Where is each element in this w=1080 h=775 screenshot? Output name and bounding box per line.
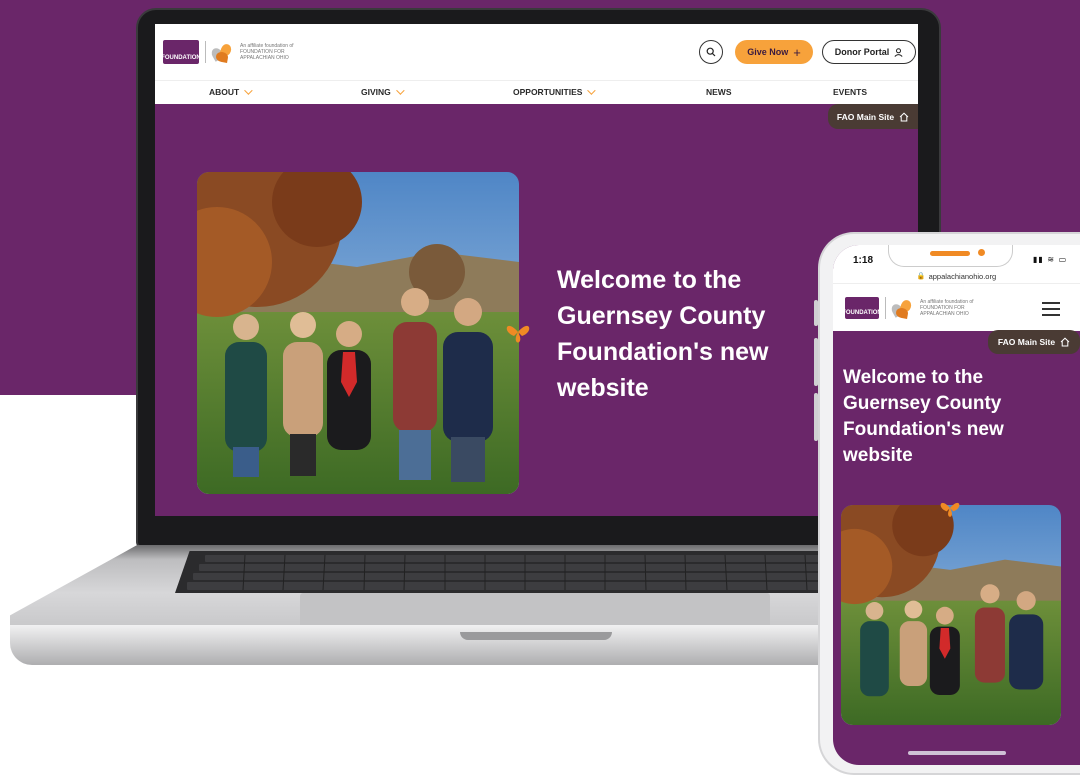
nav-item-opportunities[interactable]: OPPORTUNITIES [513,86,597,97]
phone-screen: 1:18 ▮▮ ≋ ▭ 🔒 appalachianohio.org FOUNDA… [833,245,1080,765]
gcf-logo-text: FOUNDATION [161,55,201,61]
search-button[interactable] [699,40,723,64]
main-nav: ABOUT GIVING OPPORTUNITIES NEWS EVENTS [155,80,918,104]
search-icon [706,47,716,57]
url-text: appalachianohio.org [928,271,997,281]
laptop-screen: FOUNDATION An affiliate foundation of FO… [155,24,918,516]
orange-leaf-icon [940,502,960,517]
fao-main-site-label: FAO Main Site [836,111,895,122]
lock-icon: 🔒 [916,273,926,280]
phone-hero-photo [841,505,1061,725]
team-photo-image [197,172,519,494]
fao-leaf-icon [209,42,234,63]
gcf-logo-text: FOUNDATION [842,310,882,316]
orange-leaf-icon [506,325,530,343]
give-now-button[interactable]: Give Now + [735,40,813,64]
chevron-down-icon [587,86,597,95]
fao-logo-text: An affiliate foundation of FOUNDATION FO… [240,43,294,61]
phone-home-indicator [908,751,1006,755]
home-icon [1060,337,1070,347]
site-header: FOUNDATION An affiliate foundation of FO… [155,24,918,80]
laptop-keyboard [175,551,905,593]
site-logo[interactable]: FOUNDATION An affiliate foundation of FO… [161,40,300,64]
nav-label: GIVING [361,87,391,97]
hamburger-icon [1042,302,1060,316]
gcf-logo-icon: FOUNDATION [842,297,882,319]
phone-url-bar[interactable]: 🔒 appalachianohio.org [833,269,1080,283]
donor-portal-button[interactable]: Donor Portal [822,40,916,64]
give-now-label: Give Now [747,47,789,57]
fao-main-site-tab[interactable]: FAO Main Site [828,104,918,129]
phone-site-logo[interactable]: FOUNDATION An affiliate foundation of FO… [842,297,980,319]
gcf-logo-icon: FOUNDATION [161,40,201,64]
keyboard-keys [187,554,893,591]
phone-hero-title: Welcome to the Guernsey County Foundatio… [843,367,1004,466]
nav-label: NEWS [706,87,732,97]
nav-label: OPPORTUNITIES [513,87,583,97]
donor-portal-label: Donor Portal [834,47,890,57]
nav-item-news[interactable]: NEWS [706,87,732,97]
phone-fao-main-site-tab[interactable]: FAO Main Site [988,330,1080,354]
hero-title: Welcome to the Guernsey County Foundatio… [557,266,769,402]
nav-label: ABOUT [209,87,240,97]
user-icon [894,47,903,57]
nav-label: EVENTS [833,87,868,97]
hamburger-menu-button[interactable] [1042,301,1060,320]
nav-item-giving[interactable]: GIVING [361,86,405,97]
fao-leaf-icon [889,298,914,319]
status-icons: ▮▮ ≋ ▭ [1033,255,1068,264]
nav-item-about[interactable]: ABOUT [209,86,253,97]
chevron-down-icon [395,86,405,95]
logo-divider [205,41,206,63]
laptop-trackpad [300,593,770,629]
phone-notch [888,245,1013,267]
fao-main-site-label: FAO Main Site [997,337,1056,347]
logo-divider [885,297,886,319]
phone-site-header: FOUNDATION An affiliate foundation of FO… [833,283,1080,331]
phone-camera [978,249,985,256]
phone-speaker [930,251,970,256]
hero-photo [197,172,519,494]
plus-icon: + [793,44,801,60]
laptop-notch [460,632,612,640]
team-photo-image [841,505,1061,725]
nav-item-events[interactable]: EVENTS [833,87,867,97]
chevron-down-icon [244,86,253,95]
home-icon [899,112,909,121]
fao-logo-text: An affiliate foundation of FOUNDATION FO… [920,299,974,317]
status-time: 1:18 [853,255,874,266]
